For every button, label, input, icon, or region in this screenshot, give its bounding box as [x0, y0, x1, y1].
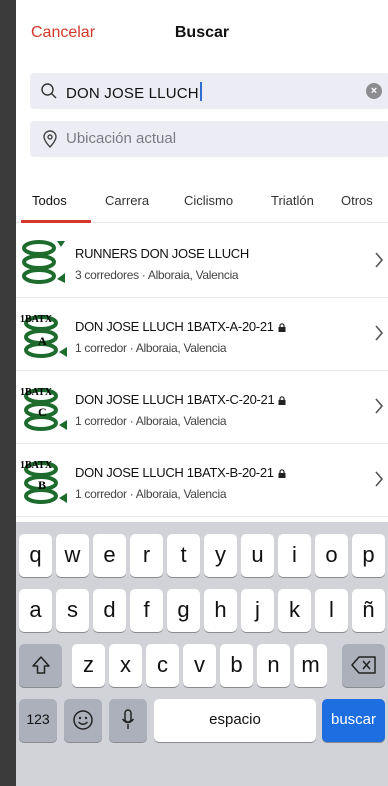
club-results-list: RUNNERS DON JOSE LLUCH 3 corredores · Al… — [16, 225, 388, 517]
key-a[interactable]: a — [19, 589, 52, 632]
logo-letter: A — [38, 334, 47, 348]
sport-tabs: Todos Carrera Ciclismo Triatlón Otros — [16, 175, 388, 223]
key-v[interactable]: v — [183, 644, 216, 687]
key-z[interactable]: z — [72, 644, 105, 687]
lock-icon — [278, 323, 286, 332]
clear-icon[interactable]: × — [366, 83, 382, 99]
key-q[interactable]: q — [19, 534, 52, 577]
list-item[interactable]: RUNNERS DON JOSE LLUCH 3 corredores · Al… — [16, 225, 388, 298]
tab-carrera[interactable]: Carrera — [105, 193, 149, 208]
location-field[interactable]: Ubicación actual — [30, 121, 388, 157]
club-details: 1 corredor · Alboraia, Valencia — [75, 341, 227, 355]
numbers-key[interactable]: 123 — [19, 699, 57, 742]
emoji-key[interactable] — [64, 699, 102, 742]
club-logo-icon: 1BATX C — [20, 387, 67, 431]
location-input[interactable]: Ubicación actual — [66, 130, 176, 147]
club-details: 3 corredores · Alboraia, Valencia — [75, 268, 239, 282]
key-e[interactable]: e — [93, 534, 126, 577]
key-r[interactable]: r — [130, 534, 163, 577]
dictation-key[interactable] — [109, 699, 147, 742]
search-submit-key[interactable]: buscar — [322, 699, 385, 742]
key-d[interactable]: d — [93, 589, 126, 632]
list-item[interactable]: 1BATX A DON JOSE LLUCH 1BATX-A-20-21 1 c… — [16, 298, 388, 371]
key-p[interactable]: p — [352, 534, 385, 577]
chevron-right-icon — [375, 471, 384, 487]
key-enye[interactable]: ñ — [352, 589, 385, 632]
logo-text: 1BATX — [20, 460, 53, 471]
key-g[interactable]: g — [167, 589, 200, 632]
list-item[interactable]: 1BATX C DON JOSE LLUCH 1BATX-C-20-21 1 c… — [16, 371, 388, 444]
emoji-icon — [73, 710, 93, 730]
tab-otros[interactable]: Otros — [341, 193, 373, 208]
search-icon — [41, 83, 57, 99]
shift-icon — [31, 656, 50, 674]
key-n[interactable]: n — [257, 644, 290, 687]
page-title: Buscar — [174, 24, 230, 41]
tab-todos[interactable]: Todos — [32, 193, 67, 208]
backspace-key[interactable] — [342, 644, 385, 687]
key-l[interactable]: l — [315, 589, 348, 632]
key-f[interactable]: f — [130, 589, 163, 632]
club-logo-icon: 1BATX B — [20, 460, 67, 504]
club-name: RUNNERS DON JOSE LLUCH — [75, 246, 249, 261]
active-tab-indicator — [21, 220, 91, 223]
key-j[interactable]: j — [241, 589, 274, 632]
key-c[interactable]: c — [146, 644, 179, 687]
search-field[interactable]: DON JOSE LLUCH × — [30, 73, 388, 109]
key-w[interactable]: w — [56, 534, 89, 577]
lock-icon — [278, 396, 286, 405]
key-x[interactable]: x — [109, 644, 142, 687]
keyboard: q w e r t y u i o p a s d f g h j k l ñ … — [16, 522, 388, 786]
logo-letter: C — [38, 405, 47, 419]
key-u[interactable]: u — [241, 534, 274, 577]
space-key[interactable]: espacio — [154, 699, 316, 742]
key-m[interactable]: m — [294, 644, 327, 687]
key-o[interactable]: o — [315, 534, 348, 577]
shift-key[interactable] — [19, 644, 62, 687]
list-item[interactable]: 1BATX B DON JOSE LLUCH 1BATX-B-20-21 1 c… — [16, 444, 388, 517]
club-name: DON JOSE LLUCH 1BATX-C-20-21 — [75, 392, 286, 407]
club-name: DON JOSE LLUCH 1BATX-A-20-21 — [75, 319, 286, 334]
key-y[interactable]: y — [204, 534, 237, 577]
text-cursor — [199, 82, 202, 101]
key-s[interactable]: s — [56, 589, 89, 632]
chevron-right-icon — [375, 252, 384, 268]
microphone-icon — [121, 709, 135, 729]
club-name: DON JOSE LLUCH 1BATX-B-20-21 — [75, 465, 286, 480]
key-b[interactable]: b — [220, 644, 253, 687]
key-t[interactable]: t — [167, 534, 200, 577]
club-logo-icon — [22, 240, 65, 284]
logo-text: 1BATX — [20, 387, 53, 398]
search-input[interactable]: DON JOSE LLUCH — [66, 82, 202, 102]
key-h[interactable]: h — [204, 589, 237, 632]
key-i[interactable]: i — [278, 534, 311, 577]
club-logo-icon: 1BATX A — [20, 314, 67, 358]
search-screen: Cancelar Buscar DON JOSE LLUCH × Ubicaci… — [16, 0, 388, 786]
lock-icon — [278, 469, 286, 478]
tab-ciclismo[interactable]: Ciclismo — [184, 193, 233, 208]
chevron-right-icon — [375, 398, 384, 414]
club-details: 1 corredor · Alboraia, Valencia — [75, 487, 227, 501]
backspace-icon — [350, 656, 376, 674]
logo-letter: B — [38, 478, 46, 492]
tab-triatlon[interactable]: Triatlón — [271, 193, 314, 208]
chevron-right-icon — [375, 325, 384, 341]
club-details: 1 corredor · Alboraia, Valencia — [75, 414, 227, 428]
navigation-bar: Cancelar Buscar — [16, 0, 388, 62]
logo-text: 1BATX — [20, 314, 53, 325]
key-k[interactable]: k — [278, 589, 311, 632]
location-pin-icon — [43, 130, 57, 148]
